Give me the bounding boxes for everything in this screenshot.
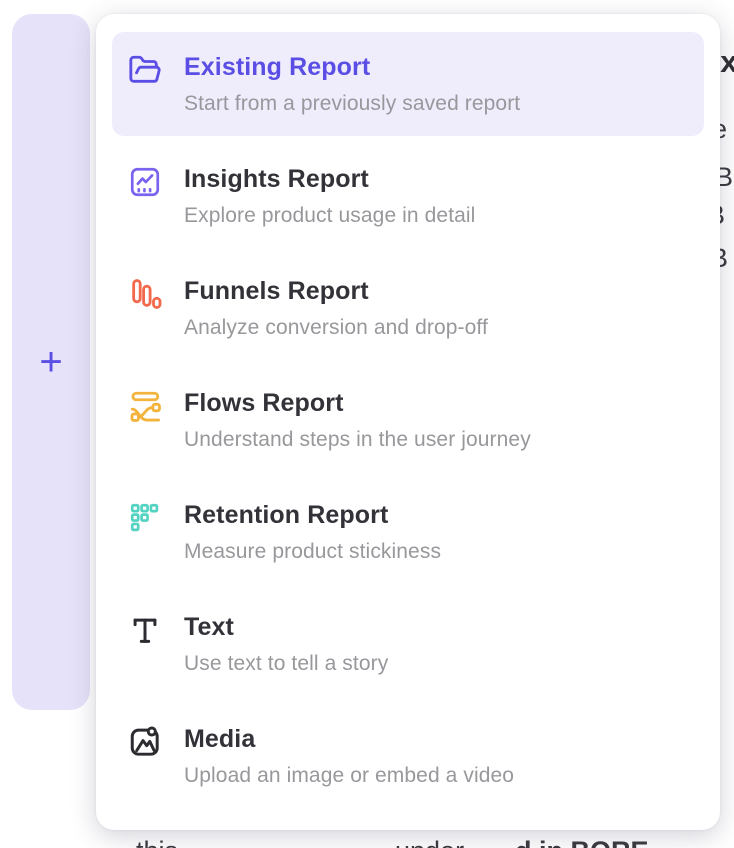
menu-item-title: Funnels Report xyxy=(184,276,686,306)
menu-item-title: Existing Report xyxy=(184,52,686,82)
menu-item-subtitle: Explore product usage in detail xyxy=(184,203,686,228)
insights-chart-icon xyxy=(128,165,162,199)
menu-item-title: Media xyxy=(184,724,686,754)
plus-icon: + xyxy=(39,342,62,382)
text-icon xyxy=(128,613,162,647)
menu-item-subtitle: Use text to tell a story xyxy=(184,651,686,676)
menu-item-funnels-report[interactable]: Funnels Report Analyze conversion and dr… xyxy=(112,256,704,360)
folder-open-icon xyxy=(128,53,162,87)
media-image-icon xyxy=(128,725,162,759)
clipped-background-text: d in BORE xyxy=(515,836,649,848)
menu-item-text[interactable]: Text Use text to tell a story xyxy=(112,592,704,696)
add-report-menu: Existing Report Start from a previously … xyxy=(96,14,720,830)
menu-item-insights-report[interactable]: Insights Report Explore product usage in… xyxy=(112,144,704,248)
add-content-rail-button[interactable]: + xyxy=(12,14,90,710)
funnel-bars-icon xyxy=(128,277,162,311)
menu-item-subtitle: Analyze conversion and drop-off xyxy=(184,315,686,340)
clipped-background-text: this xyxy=(136,836,178,848)
flows-path-icon xyxy=(128,389,162,423)
menu-item-existing-report[interactable]: Existing Report Start from a previously … xyxy=(112,32,704,136)
menu-item-flows-report[interactable]: Flows Report Understand steps in the use… xyxy=(112,368,704,472)
menu-item-subtitle: Upload an image or embed a video xyxy=(184,763,686,788)
menu-item-retention-report[interactable]: Retention Report Measure product stickin… xyxy=(112,480,704,584)
retention-grid-icon xyxy=(128,501,162,535)
menu-item-subtitle: Measure product stickiness xyxy=(184,539,686,564)
menu-item-title: Retention Report xyxy=(184,500,686,530)
clipped-background-text: under xyxy=(395,836,464,848)
menu-item-title: Flows Report xyxy=(184,388,686,418)
menu-item-subtitle: Start from a previously saved report xyxy=(184,91,686,116)
menu-item-media[interactable]: Media Upload an image or embed a video xyxy=(112,704,704,808)
menu-item-subtitle: Understand steps in the user journey xyxy=(184,427,686,452)
menu-item-title: Text xyxy=(184,612,686,642)
menu-item-title: Insights Report xyxy=(184,164,686,194)
